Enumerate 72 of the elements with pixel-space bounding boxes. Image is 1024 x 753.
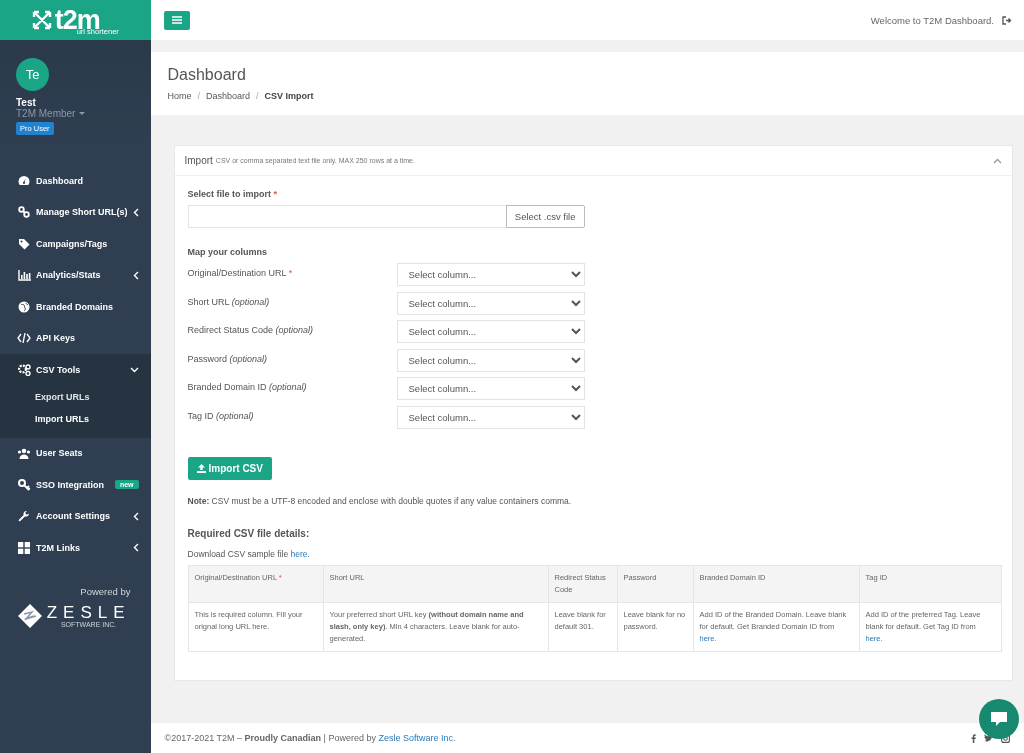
sidebar-item[interactable]: CSV Tools xyxy=(0,354,151,386)
column-select[interactable]: Select column... xyxy=(396,291,585,315)
sample-file-link[interactable]: here xyxy=(290,549,308,559)
sidebar-item[interactable]: Account Settings xyxy=(0,500,151,532)
users-icon xyxy=(17,447,31,459)
cross-arrows-icon xyxy=(31,10,52,30)
grid-icon xyxy=(18,541,30,554)
column-select[interactable]: Select column... xyxy=(396,405,585,429)
section-heading: Map your columns xyxy=(187,247,269,257)
sidebar-item[interactable]: T2M Links xyxy=(0,532,151,564)
footer-text: ©2017-2021 T2M – Proudly Canadian | Powered by Zesle Software Inc. xyxy=(164,733,457,743)
optional-note: (optional) xyxy=(229,353,268,364)
note-text: Note: CSV must be a UTF-8 encoded and enclose with double quotes if any value containers comma. xyxy=(187,496,573,506)
sidebar-item[interactable]: API Keys xyxy=(0,322,151,354)
gears-icon xyxy=(17,363,31,376)
required-mark: * xyxy=(273,189,278,199)
optional-note: (optional) xyxy=(216,410,254,421)
sidebar-item[interactable]: Analytics/Stats xyxy=(0,259,151,291)
column-select[interactable]: Select column... xyxy=(396,263,585,286)
sidebar-item[interactable]: Dashboard xyxy=(0,165,151,197)
breadcrumb-separator: / xyxy=(197,91,201,101)
menu-button[interactable] xyxy=(163,10,190,30)
field-label: Redirect Status Code (optional) xyxy=(187,324,315,337)
code-icon xyxy=(17,333,31,344)
user-role-dropdown[interactable]: T2M Member xyxy=(16,108,86,119)
tag-icon xyxy=(18,237,30,250)
field-label: Original/Destination URL * xyxy=(187,267,294,280)
collapse-icon[interactable] xyxy=(993,157,1002,164)
facebook-icon[interactable] xyxy=(971,733,976,743)
welcome-text: Welcome to T2M Dashboard. xyxy=(870,14,994,26)
column-select[interactable]: Select column... xyxy=(396,320,585,343)
breadcrumb-separator: / xyxy=(256,91,259,101)
card-title: Import xyxy=(184,155,213,166)
logout-icon[interactable] xyxy=(1002,15,1012,25)
field-label: Tag ID (optional) xyxy=(187,409,255,423)
required-mark: * xyxy=(288,268,293,278)
optional-note: (optional) xyxy=(275,325,314,335)
diamond-logo-icon xyxy=(16,603,43,629)
field-label: Short URL (optional) xyxy=(187,295,271,309)
select-file-button[interactable]: Select .csv file xyxy=(505,205,585,228)
breadcrumb-link[interactable]: Home xyxy=(167,91,192,101)
sidebar-item[interactable]: Campaigns/Tags xyxy=(0,228,151,260)
link-icon xyxy=(18,206,30,219)
menu-icon xyxy=(171,16,182,24)
dashboard-icon xyxy=(18,175,30,187)
brand-name: ZESLE xyxy=(46,603,131,621)
chat-icon xyxy=(990,711,1008,727)
field-label: Password (optional) xyxy=(187,352,269,366)
field-label: Select file to import * xyxy=(187,189,279,199)
column-select[interactable]: Select column... xyxy=(396,377,585,400)
bar-chart-icon xyxy=(17,269,31,281)
section-heading: Required CSV file details: xyxy=(187,528,311,539)
wrench-icon xyxy=(18,510,30,523)
sidebar-item[interactable]: Manage Short URL(s) xyxy=(0,196,151,228)
download-text: Download CSV sample file here. xyxy=(187,549,311,559)
sidebar-item[interactable]: Branded Domains xyxy=(0,291,151,323)
key-icon xyxy=(17,478,31,491)
breadcrumb-link[interactable]: Dashboard xyxy=(206,91,251,101)
submenu-item[interactable]: Export URLs xyxy=(0,385,151,408)
powered-by-label: Powered by xyxy=(80,586,131,597)
avatar: Te xyxy=(16,58,49,91)
optional-note: (optional) xyxy=(269,382,307,392)
upload-icon xyxy=(196,464,206,473)
breadcrumb-current: CSV Import xyxy=(264,91,314,101)
user-name: Test xyxy=(16,97,36,108)
optional-note: (optional) xyxy=(231,296,270,307)
field-label: Branded Domain ID (optional) xyxy=(187,381,308,394)
column-select[interactable]: Select column... xyxy=(396,348,585,372)
globe-icon xyxy=(18,300,30,313)
sidebar-item[interactable]: User Seats xyxy=(0,437,151,469)
footer-link[interactable]: Zesle Software Inc. xyxy=(378,733,456,743)
page-title: Dashboard xyxy=(167,66,247,84)
